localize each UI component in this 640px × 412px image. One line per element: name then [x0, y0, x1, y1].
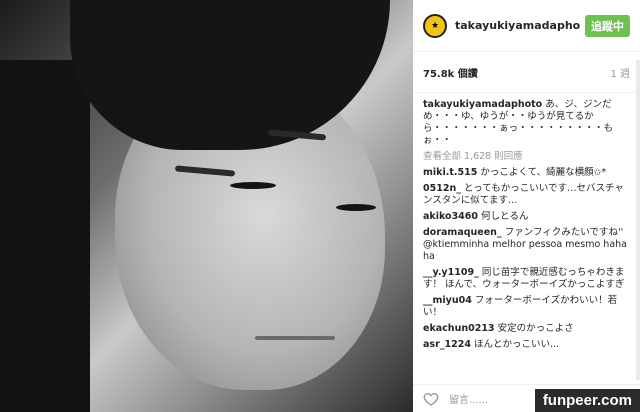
chair-background [0, 60, 90, 412]
comment-text: 安定のかっこよさ [497, 323, 574, 334]
comment-user[interactable]: asr_1224 [423, 339, 471, 350]
comment-text: かっこよくて、綺麗な横顔✩* [480, 167, 607, 178]
comment-user[interactable]: __y.y1109_ [423, 267, 479, 278]
comment-item: __y.y1109_ 同じ苗字で親近感むっちゃわきます！ ほんで、ウォーターボー… [423, 267, 630, 291]
comment-text: ほんとかっこいい... [473, 339, 560, 350]
post-header: ★ takayukiyamadapho... 追蹤中 [413, 0, 640, 52]
mouth [255, 336, 335, 340]
comment-input[interactable]: 留言...... [449, 391, 488, 406]
caption-user[interactable]: takayukiyamadaphoto [423, 99, 542, 110]
comment-item: ekachun0213 安定のかっこよさ [423, 323, 630, 335]
comment-item: __miyu04 フォーターボーイズかわいい！若い！ [423, 295, 630, 319]
post-panel: ★ takayukiyamadapho... 追蹤中 75.8k 個讚 1 週 … [413, 0, 640, 412]
comment-item: doramaqueen_ ファンフィクみたいですね'' @ktiemminha … [423, 227, 630, 263]
comments-list: takayukiyamadaphoto あ、ジ、ジンだめ・・・ゆ、ゆうが・・ゆう… [413, 93, 640, 351]
comment-user[interactable]: akiko3460 [423, 211, 478, 222]
post-photo[interactable] [0, 0, 413, 412]
likes-count[interactable]: 75.8k 個讚 [423, 65, 478, 80]
comment-item: 0512n_ とってもかっこいいです…セバスチャンスタンに似てます… [423, 183, 630, 207]
follow-button[interactable]: 追蹤中 [585, 14, 630, 37]
scrollbar[interactable] [636, 60, 640, 380]
comment-user[interactable]: ekachun0213 [423, 323, 495, 334]
watermark: funpeer.com [534, 389, 640, 412]
comment-user[interactable]: __miyu04 [423, 295, 472, 306]
post-stats: 75.8k 個讚 1 週 [413, 52, 640, 93]
post-age[interactable]: 1 週 [610, 65, 630, 80]
comment-item: asr_1224 ほんとかっこいい... [423, 339, 630, 351]
comment-item: akiko3460 何しとるん [423, 211, 630, 223]
left-eye [230, 182, 276, 189]
avatar[interactable]: ★ [423, 13, 447, 38]
caption: takayukiyamadaphoto あ、ジ、ジンだめ・・・ゆ、ゆうが・・ゆう… [423, 99, 630, 147]
comment-user[interactable]: miki.t.515 [423, 167, 477, 178]
view-all-comments[interactable]: 查看全部 1,628 則回應 [423, 151, 630, 163]
comment-item: miki.t.515 かっこよくて、綺麗な横顔✩* [423, 167, 630, 179]
right-eye [336, 204, 376, 211]
comment-user[interactable]: doramaqueen_ [423, 227, 502, 238]
username[interactable]: takayukiyamadapho... [455, 19, 581, 32]
heart-icon[interactable] [423, 391, 439, 407]
comment-user[interactable]: 0512n_ [423, 183, 461, 194]
comment-text: 何しとるん [481, 211, 529, 222]
